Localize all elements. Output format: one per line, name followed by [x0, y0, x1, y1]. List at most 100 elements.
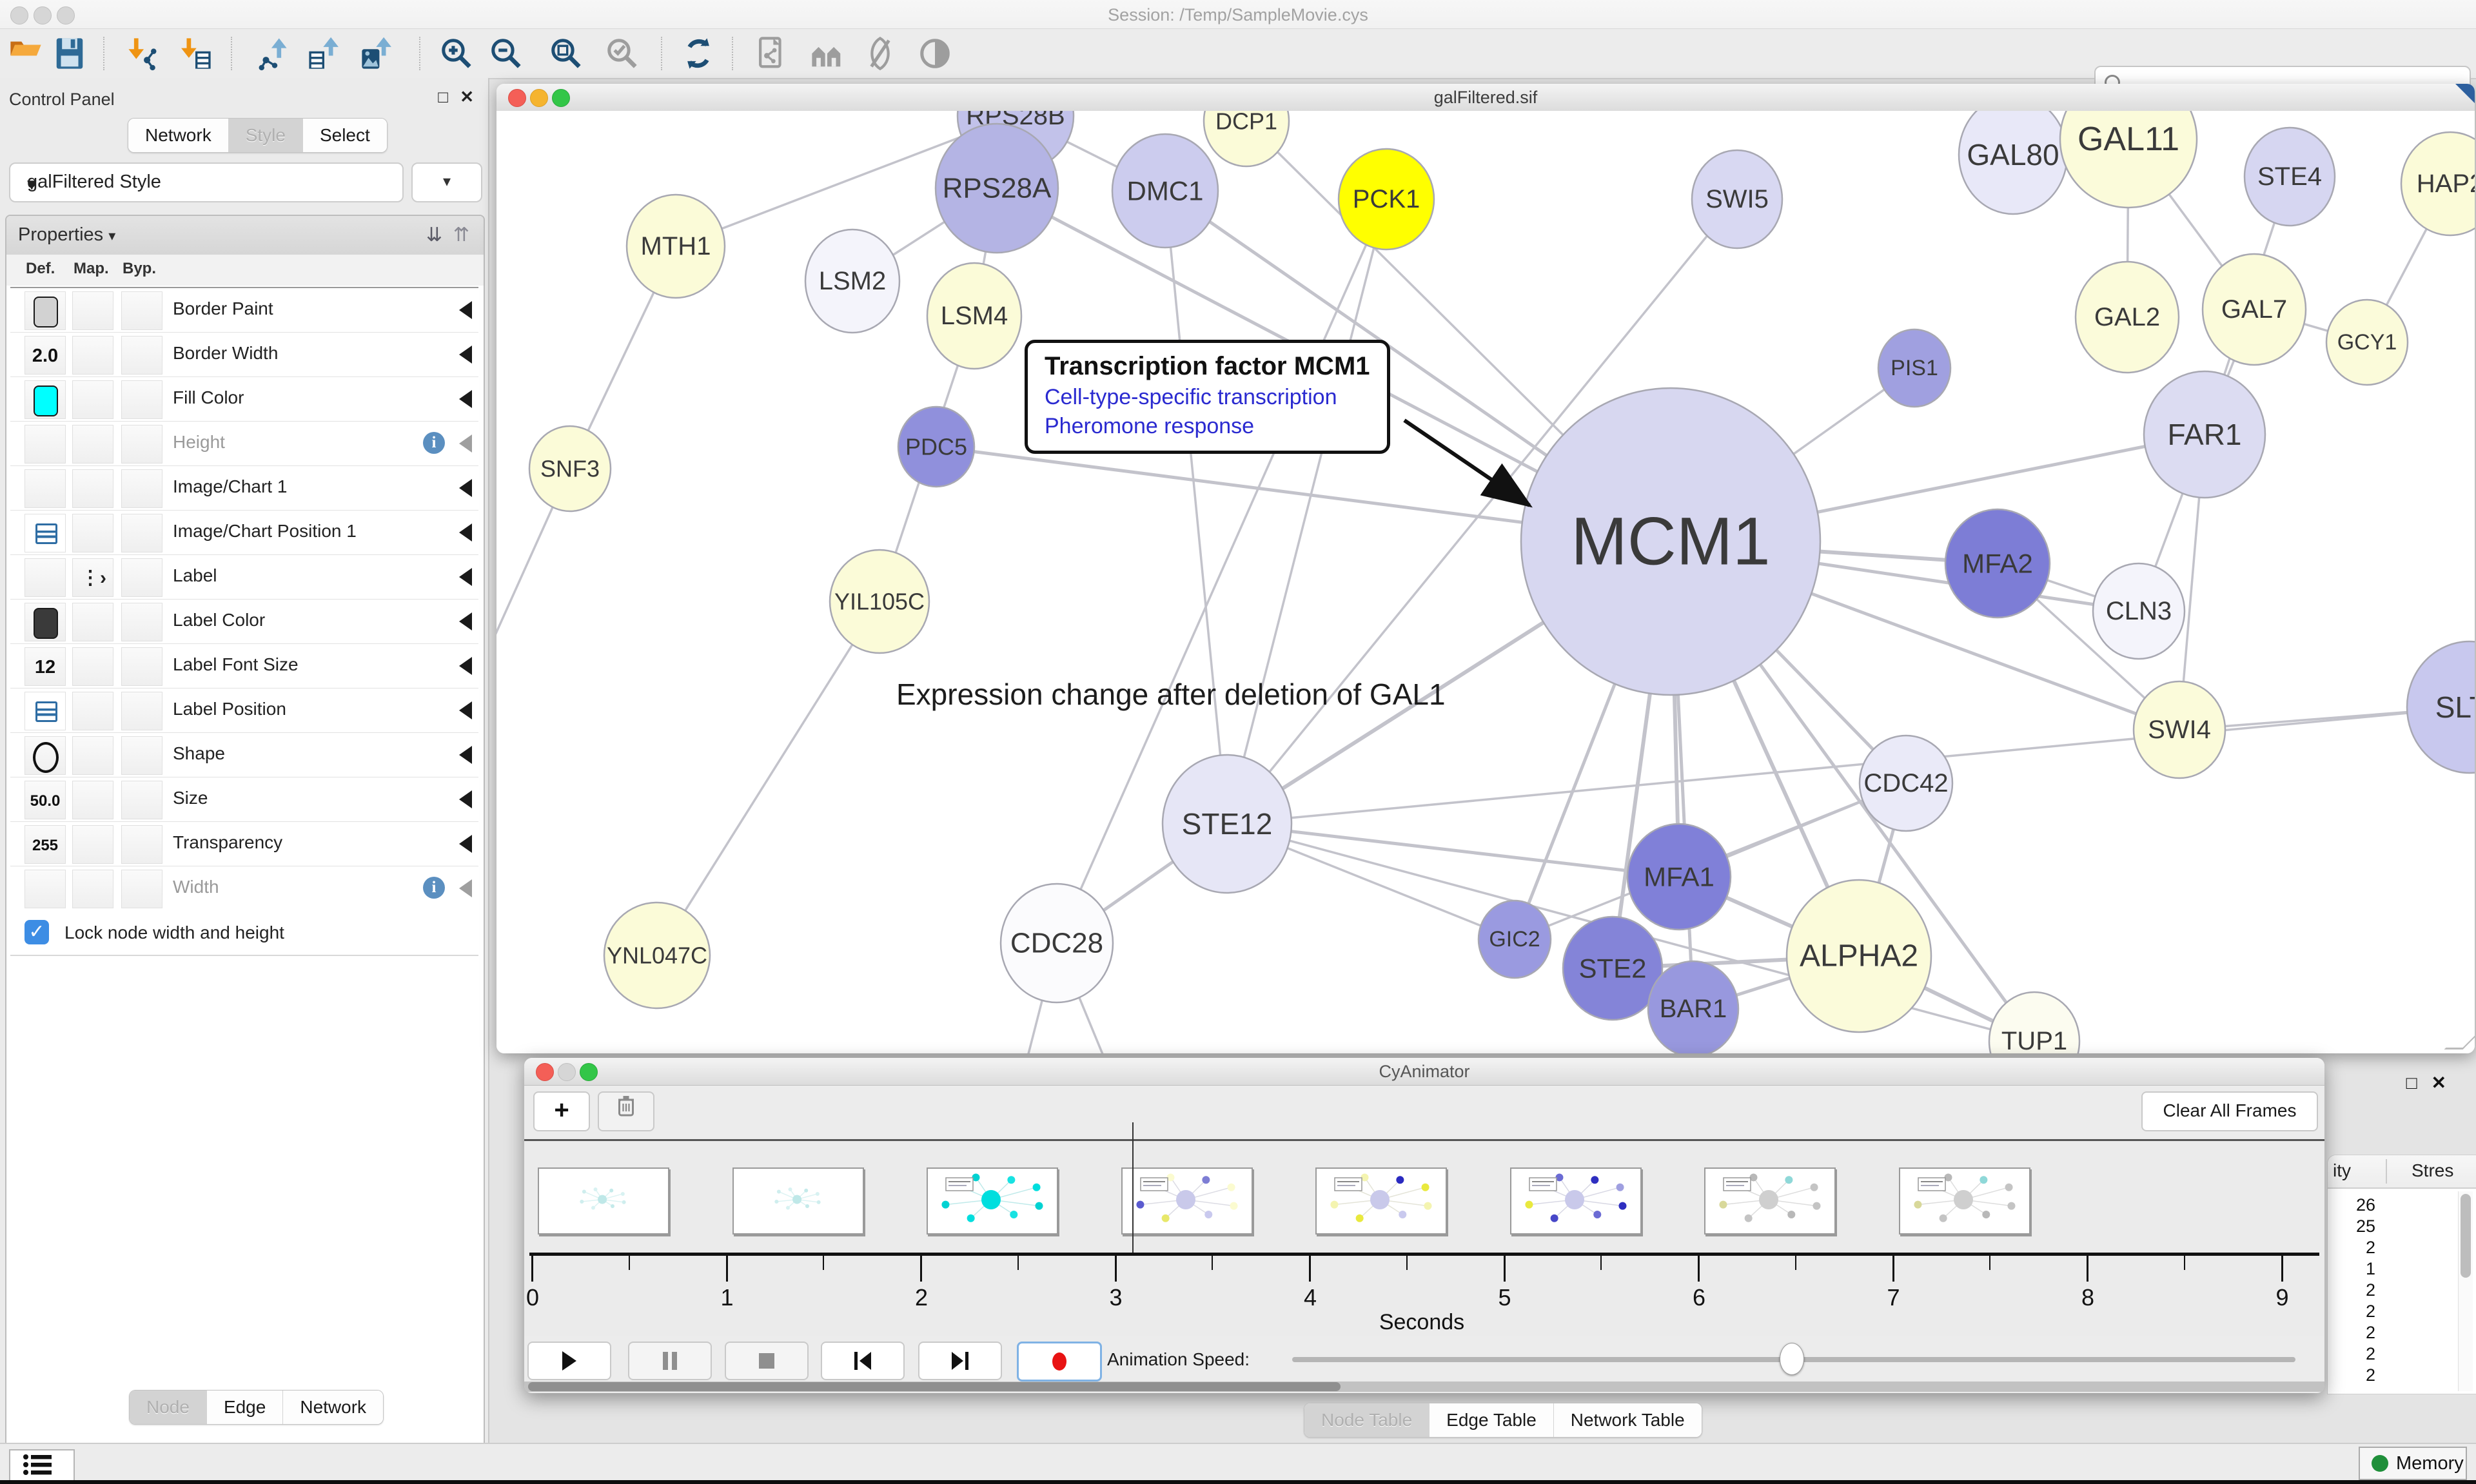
info-icon[interactable]: i: [423, 877, 445, 899]
property-row-border-paint[interactable]: Border Paint: [10, 288, 478, 333]
edge-YIL105C-YNL047C[interactable]: [657, 601, 879, 955]
expand-property-icon[interactable]: [459, 612, 472, 630]
frame-thumbnail-5[interactable]: [1510, 1167, 1642, 1235]
mapping-cell[interactable]: [72, 781, 113, 819]
property-row-label-color[interactable]: Label Color: [10, 600, 478, 644]
bypass-cell[interactable]: [121, 291, 162, 330]
frame-thumbnail-4[interactable]: [1315, 1167, 1447, 1235]
mapping-cell[interactable]: [72, 469, 113, 508]
bypass-cell[interactable]: [121, 736, 162, 775]
cyanimator-titlebar[interactable]: CyAnimator: [524, 1058, 2324, 1086]
expand-property-icon[interactable]: [459, 479, 472, 497]
close-panel-icon[interactable]: ✕: [2432, 1073, 2461, 1093]
mapping-cell[interactable]: [72, 870, 113, 908]
default-value-cell[interactable]: [25, 736, 66, 775]
frame-thumbnail-3[interactable]: [1121, 1167, 1253, 1235]
timeline-scrollbar[interactable]: [524, 1381, 2324, 1392]
pause-button[interactable]: [628, 1342, 712, 1380]
bypass-cell[interactable]: [121, 870, 162, 908]
property-row-height[interactable]: Heighti: [10, 422, 478, 466]
play-button[interactable]: [527, 1342, 611, 1380]
zoom-selected-icon[interactable]: [605, 36, 640, 71]
info-icon[interactable]: i: [423, 432, 445, 454]
default-value-cell[interactable]: 255: [25, 825, 66, 864]
default-value-cell[interactable]: 12: [25, 647, 66, 686]
property-row-fill-color[interactable]: Fill Color: [10, 377, 478, 422]
bypass-cell[interactable]: [121, 469, 162, 508]
table-cell[interactable]: 25: [2333, 1216, 2375, 1236]
save-icon[interactable]: [52, 36, 87, 71]
add-frame-button[interactable]: +: [533, 1091, 590, 1131]
annotation-link[interactable]: Cell-type-specific transcription: [1045, 385, 1370, 410]
network-window-titlebar[interactable]: galFiltered.sif: [496, 84, 2475, 112]
bypass-cell[interactable]: [121, 380, 162, 419]
import-table-icon[interactable]: [178, 36, 213, 71]
tab-network-table[interactable]: Network Table: [1553, 1403, 1702, 1437]
mapping-cell[interactable]: [72, 825, 113, 864]
zoom-out-icon[interactable]: [489, 36, 524, 71]
table-column-header[interactable]: Stres: [2412, 1160, 2453, 1181]
table-column-header[interactable]: ity: [2333, 1160, 2351, 1181]
expand-all-icon[interactable]: ⇊: [426, 224, 442, 246]
annotation-callout[interactable]: Transcription factor MCM1 Cell-type-spec…: [1025, 340, 1390, 454]
tab-edge-table[interactable]: Edge Table: [1429, 1403, 1553, 1437]
record-button[interactable]: [1017, 1342, 1102, 1381]
mapping-cell[interactable]: [72, 647, 113, 686]
expand-property-icon[interactable]: [459, 346, 472, 364]
bypass-cell[interactable]: [121, 647, 162, 686]
bypass-cell[interactable]: [121, 781, 162, 819]
property-row-image-chart-position-1[interactable]: Image/Chart Position 1: [10, 511, 478, 555]
style-select[interactable]: galFiltered Style ▾: [9, 162, 404, 202]
float-panel-icon[interactable]: □: [2406, 1073, 2432, 1093]
tab-node[interactable]: Node: [130, 1391, 206, 1424]
table-scrollbar[interactable]: [2458, 1191, 2473, 1391]
expand-property-icon[interactable]: [459, 523, 472, 542]
property-row-shape[interactable]: Shape: [10, 733, 478, 777]
expand-property-icon[interactable]: [459, 301, 472, 319]
mapping-cell[interactable]: [72, 736, 113, 775]
default-value-cell[interactable]: [25, 870, 66, 908]
expand-property-icon[interactable]: [459, 434, 472, 453]
clone-network-icon[interactable]: [754, 36, 789, 71]
table-cell[interactable]: 2: [2333, 1280, 2375, 1300]
default-value-cell[interactable]: [25, 692, 66, 730]
expand-property-icon[interactable]: [459, 701, 472, 719]
timeline[interactable]: 0123456789 Seconds: [524, 1141, 2324, 1336]
frame-thumbnail-6[interactable]: [1704, 1167, 1836, 1235]
collapse-all-icon[interactable]: ⇈: [453, 224, 469, 246]
property-row-border-width[interactable]: 2.0Border Width: [10, 333, 478, 377]
default-value-cell[interactable]: [25, 425, 66, 464]
show-details-icon[interactable]: [918, 36, 952, 71]
default-value-cell[interactable]: [25, 558, 66, 597]
bypass-cell[interactable]: [121, 825, 162, 864]
close-panel-icon[interactable]: ✕: [460, 87, 474, 107]
default-value-cell[interactable]: 2.0: [25, 336, 66, 375]
properties-header[interactable]: Properties ▾: [18, 224, 115, 246]
bypass-cell[interactable]: [121, 558, 162, 597]
tab-edge[interactable]: Edge: [206, 1391, 282, 1424]
expand-property-icon[interactable]: [459, 657, 472, 675]
mapping-cell[interactable]: [72, 291, 113, 330]
mapping-cell[interactable]: [72, 514, 113, 552]
zoom-in-icon[interactable]: [439, 36, 474, 71]
expand-property-icon[interactable]: [459, 390, 472, 408]
default-value-cell[interactable]: [25, 469, 66, 508]
expand-property-icon[interactable]: [459, 879, 472, 897]
table-cell[interactable]: 2: [2333, 1344, 2375, 1364]
property-row-size[interactable]: 50.0Size: [10, 777, 478, 822]
bypass-cell[interactable]: [121, 336, 162, 375]
property-row-width[interactable]: Widthi: [10, 866, 478, 911]
property-row-label-position[interactable]: Label Position: [10, 688, 478, 733]
timeline-playhead[interactable]: [1132, 1122, 1134, 1253]
clear-all-frames-button[interactable]: Clear All Frames: [2141, 1091, 2318, 1131]
property-row-label-font-size[interactable]: 12Label Font Size: [10, 644, 478, 688]
property-row-transparency[interactable]: 255Transparency: [10, 822, 478, 866]
default-value-cell[interactable]: [25, 514, 66, 552]
delete-frame-button[interactable]: [598, 1091, 654, 1131]
table-cell[interactable]: 2: [2333, 1365, 2375, 1385]
skip-to-start-button[interactable]: [821, 1342, 905, 1380]
tab-select[interactable]: Select: [302, 119, 387, 152]
edge-DMC1-STE12[interactable]: [1165, 191, 1227, 824]
table-cell[interactable]: 2: [2333, 1323, 2375, 1343]
property-row-label[interactable]: ⋮›Label: [10, 555, 478, 600]
